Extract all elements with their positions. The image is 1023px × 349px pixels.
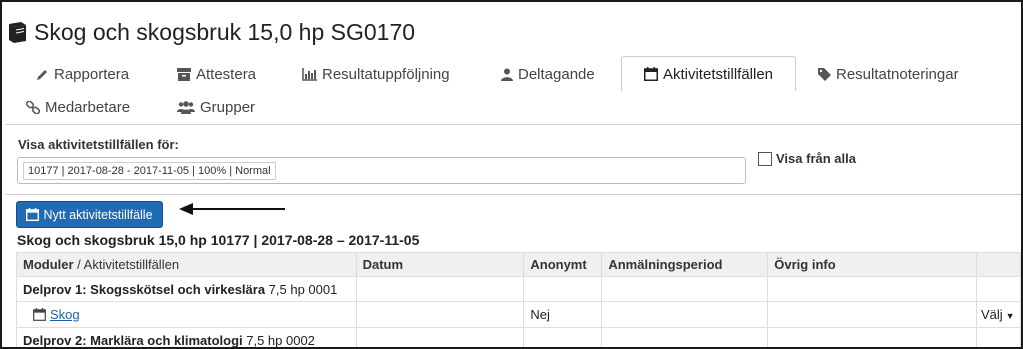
new-activity-button[interactable]: Nytt aktivitetstillfälle [16,201,163,228]
column-header-date: Datum [355,252,525,277]
column-header-modules: Moduler / Aktivitetstillfällen [16,252,357,277]
column-header-other: Övrig info [767,252,977,277]
activity-name-cell: Skog [16,301,357,328]
selected-filter-chip[interactable]: 10177 | 2017-08-28 - 2017-11-05 | 100% |… [23,162,276,180]
tab-resultatnoteringar[interactable]: Resultatnoteringar [818,57,959,91]
table-row: Skog Nej Välj ▼ [16,301,1021,328]
tab-medarbetare[interactable]: Medarbetare [26,90,130,124]
choose-label: Välj [980,307,1003,322]
show-all-option[interactable]: Visa från alla [758,151,856,166]
tab-deltagande[interactable]: Deltagande [501,57,595,91]
registration-cell [601,301,769,328]
bar-chart-icon [302,67,317,81]
show-all-checkbox[interactable] [758,151,772,166]
book-icon [6,21,28,45]
choose-dropdown[interactable]: Välj ▼ [975,301,1021,328]
caret-down-icon: ▼ [1005,311,1015,321]
tab-grupper[interactable]: Grupper [177,90,255,124]
users-icon [177,100,195,114]
module-name: Delprov 2: Marklära och klimatologi 7,5 … [16,327,357,347]
table-row-group: Delprov 2: Marklära och klimatologi 7,5 … [16,327,1021,347]
tab-rapportera[interactable]: Rapportera [36,57,129,91]
tab-label: Grupper [200,98,256,116]
calendar-icon [26,208,40,221]
tab-aktivitetstillfallen[interactable]: Aktivitetstillfällen [621,56,796,91]
activities-table: Moduler / Aktivitetstillfällen Datum Ano… [16,252,1021,347]
user-icon [501,68,513,81]
column-header-actions [975,252,1021,277]
tab-label: Attestera [196,65,257,83]
course-heading: Skog och skogsbruk 15,0 hp 10177 | 2017-… [17,232,420,248]
page-title: Skog och skogsbruk 15,0 hp SG0170 [6,19,415,46]
tab-label: Resultatnoteringar [836,65,959,83]
tag-icon [818,67,831,81]
tab-label: Deltagande [518,65,595,83]
anonymous-cell: Nej [523,301,603,328]
activity-filter-select[interactable]: 10177 | 2017-08-28 - 2017-11-05 | 100% |… [17,157,746,184]
date-cell [355,301,525,328]
calendar-icon [643,67,658,81]
archive-icon [177,67,191,81]
column-header-anonymous: Anonymt [523,252,603,277]
tab-label: Resultatuppföljning [322,65,450,83]
page-frame: Skog och skogsbruk 15,0 hp SG0170 Rappor… [0,0,1023,349]
tab-label: Medarbetare [45,98,131,116]
activity-link[interactable]: Skog [50,307,80,322]
link-icon [26,100,40,114]
arrow-left-icon [179,203,285,215]
new-activity-label: Nytt aktivitetstillfälle [43,207,153,222]
table-row-group: Delprov 1: Skogsskötsel och virkeslära 7… [16,276,1021,302]
show-all-label: Visa från alla [776,151,856,166]
filter-label: Visa aktivitetstillfällen för: [18,137,179,152]
other-info-cell [767,301,977,328]
calendar-icon [33,308,46,321]
tab-label: Rapportera [54,65,130,83]
filter-panel: Visa aktivitetstillfällen för: 10177 | 2… [6,124,1021,195]
tab-attestera[interactable]: Attestera [177,57,256,91]
column-header-registration: Anmälningsperiod [601,252,769,277]
table-header-row: Moduler / Aktivitetstillfällen Datum Ano… [16,252,1021,277]
pencil-icon [36,68,49,81]
page-title-text: Skog och skogsbruk 15,0 hp SG0170 [34,19,416,45]
module-name: Delprov 1: Skogsskötsel och virkeslära 7… [16,276,357,302]
tab-resultatuppfoljning[interactable]: Resultatuppföljning [302,57,450,91]
tab-label: Aktivitetstillfällen [662,65,774,83]
